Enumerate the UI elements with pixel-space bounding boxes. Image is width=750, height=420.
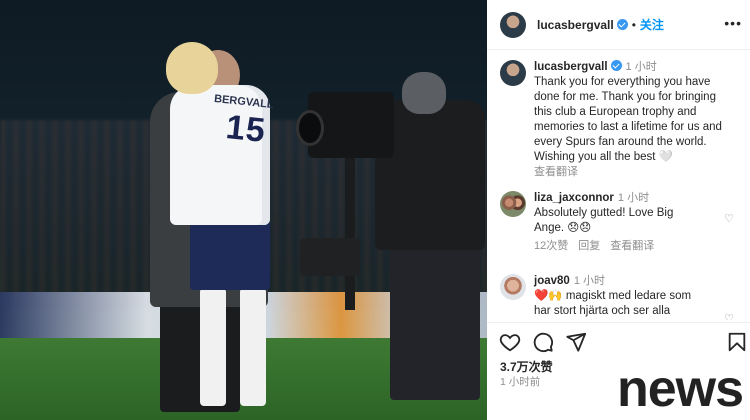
comment-like-heart-icon[interactable]: ♡ — [724, 312, 734, 320]
comment-content: joav80 1 小时 ❤️🙌 magiskt med ledare som ha… — [534, 274, 734, 319]
caption-time: 1 小时 — [625, 61, 657, 73]
comment-time: 1 小时 — [573, 275, 605, 287]
reply-button[interactable]: 回复 — [578, 240, 600, 252]
heart-icon[interactable] — [499, 331, 521, 353]
cameraman-head — [402, 72, 446, 114]
news-watermark: news — [617, 360, 744, 418]
likes-count[interactable]: 3.7万次赞 — [500, 358, 553, 375]
camera-pole — [345, 150, 355, 310]
caption-translate-link[interactable]: 查看翻译 — [534, 165, 734, 180]
player-head — [166, 42, 218, 94]
camera-counterweight — [300, 238, 360, 276]
player-leg — [200, 288, 226, 406]
comment-time: 1 小时 — [617, 192, 650, 204]
comment-text: ❤️🙌 magiskt med ledare som har stort hjä… — [534, 290, 692, 317]
avatar[interactable] — [500, 191, 526, 217]
comment-content: liza_jaxconnor 1 小时 Absolutely gutted! Lo… — [534, 191, 734, 254]
caption-content: lucasbergvall 1 小时 Thank you for everythi… — [534, 60, 734, 180]
comment-text: Absolutely gutted! Love Big Ange. 😞😞 — [534, 207, 674, 234]
shirt-number: 15 — [224, 108, 268, 150]
comment-likes[interactable]: 12次赞 — [534, 240, 568, 252]
comment-row: joav80 1 小时 ❤️🙌 magiskt med ledare som ha… — [500, 274, 734, 319]
avatar[interactable] — [500, 60, 526, 86]
caption-row: lucasbergvall 1 小时 Thank you for everythi… — [500, 60, 734, 180]
comments-section[interactable]: lucasbergvall 1 小时 Thank you for everythi… — [487, 50, 750, 320]
action-bar — [487, 322, 750, 358]
post-panel: lucasbergvall • 关注 ••• lucasbergvall 1 小时… — [487, 0, 750, 420]
comment-row: liza_jaxconnor 1 小时 Absolutely gutted! Lo… — [500, 191, 734, 254]
follow-button[interactable]: 关注 — [640, 16, 664, 33]
post-photo[interactable]: BERGVALL 15 — [0, 0, 487, 420]
header-username[interactable]: lucasbergvall — [537, 18, 614, 32]
post-header: lucasbergvall • 关注 ••• — [487, 0, 750, 50]
avatar[interactable] — [500, 11, 526, 38]
avatar[interactable] — [500, 274, 526, 300]
comment-like-heart-icon[interactable]: ♡ — [724, 212, 734, 225]
cameraman-legs — [390, 240, 480, 400]
bookmark-icon[interactable] — [726, 331, 748, 353]
more-horizontal-icon[interactable]: ••• — [724, 15, 742, 31]
send-icon[interactable] — [565, 331, 587, 353]
comment-username[interactable]: liza_jaxconnor — [534, 192, 614, 204]
separator-dot: • — [631, 17, 636, 32]
verified-badge-icon — [610, 60, 622, 71]
camera-lens — [296, 110, 324, 146]
player-leg — [240, 288, 266, 406]
comment-username[interactable]: joav80 — [534, 275, 570, 287]
player-shorts — [190, 214, 270, 290]
comment-icon[interactable] — [532, 331, 554, 353]
comment-translate-link[interactable]: 查看翻译 — [610, 240, 654, 252]
caption-text: Thank you for everything you have done f… — [534, 76, 722, 163]
caption-username[interactable]: lucasbergvall — [534, 61, 608, 73]
posted-time: 1 小时前 — [500, 376, 541, 388]
verified-badge-icon — [616, 19, 628, 30]
